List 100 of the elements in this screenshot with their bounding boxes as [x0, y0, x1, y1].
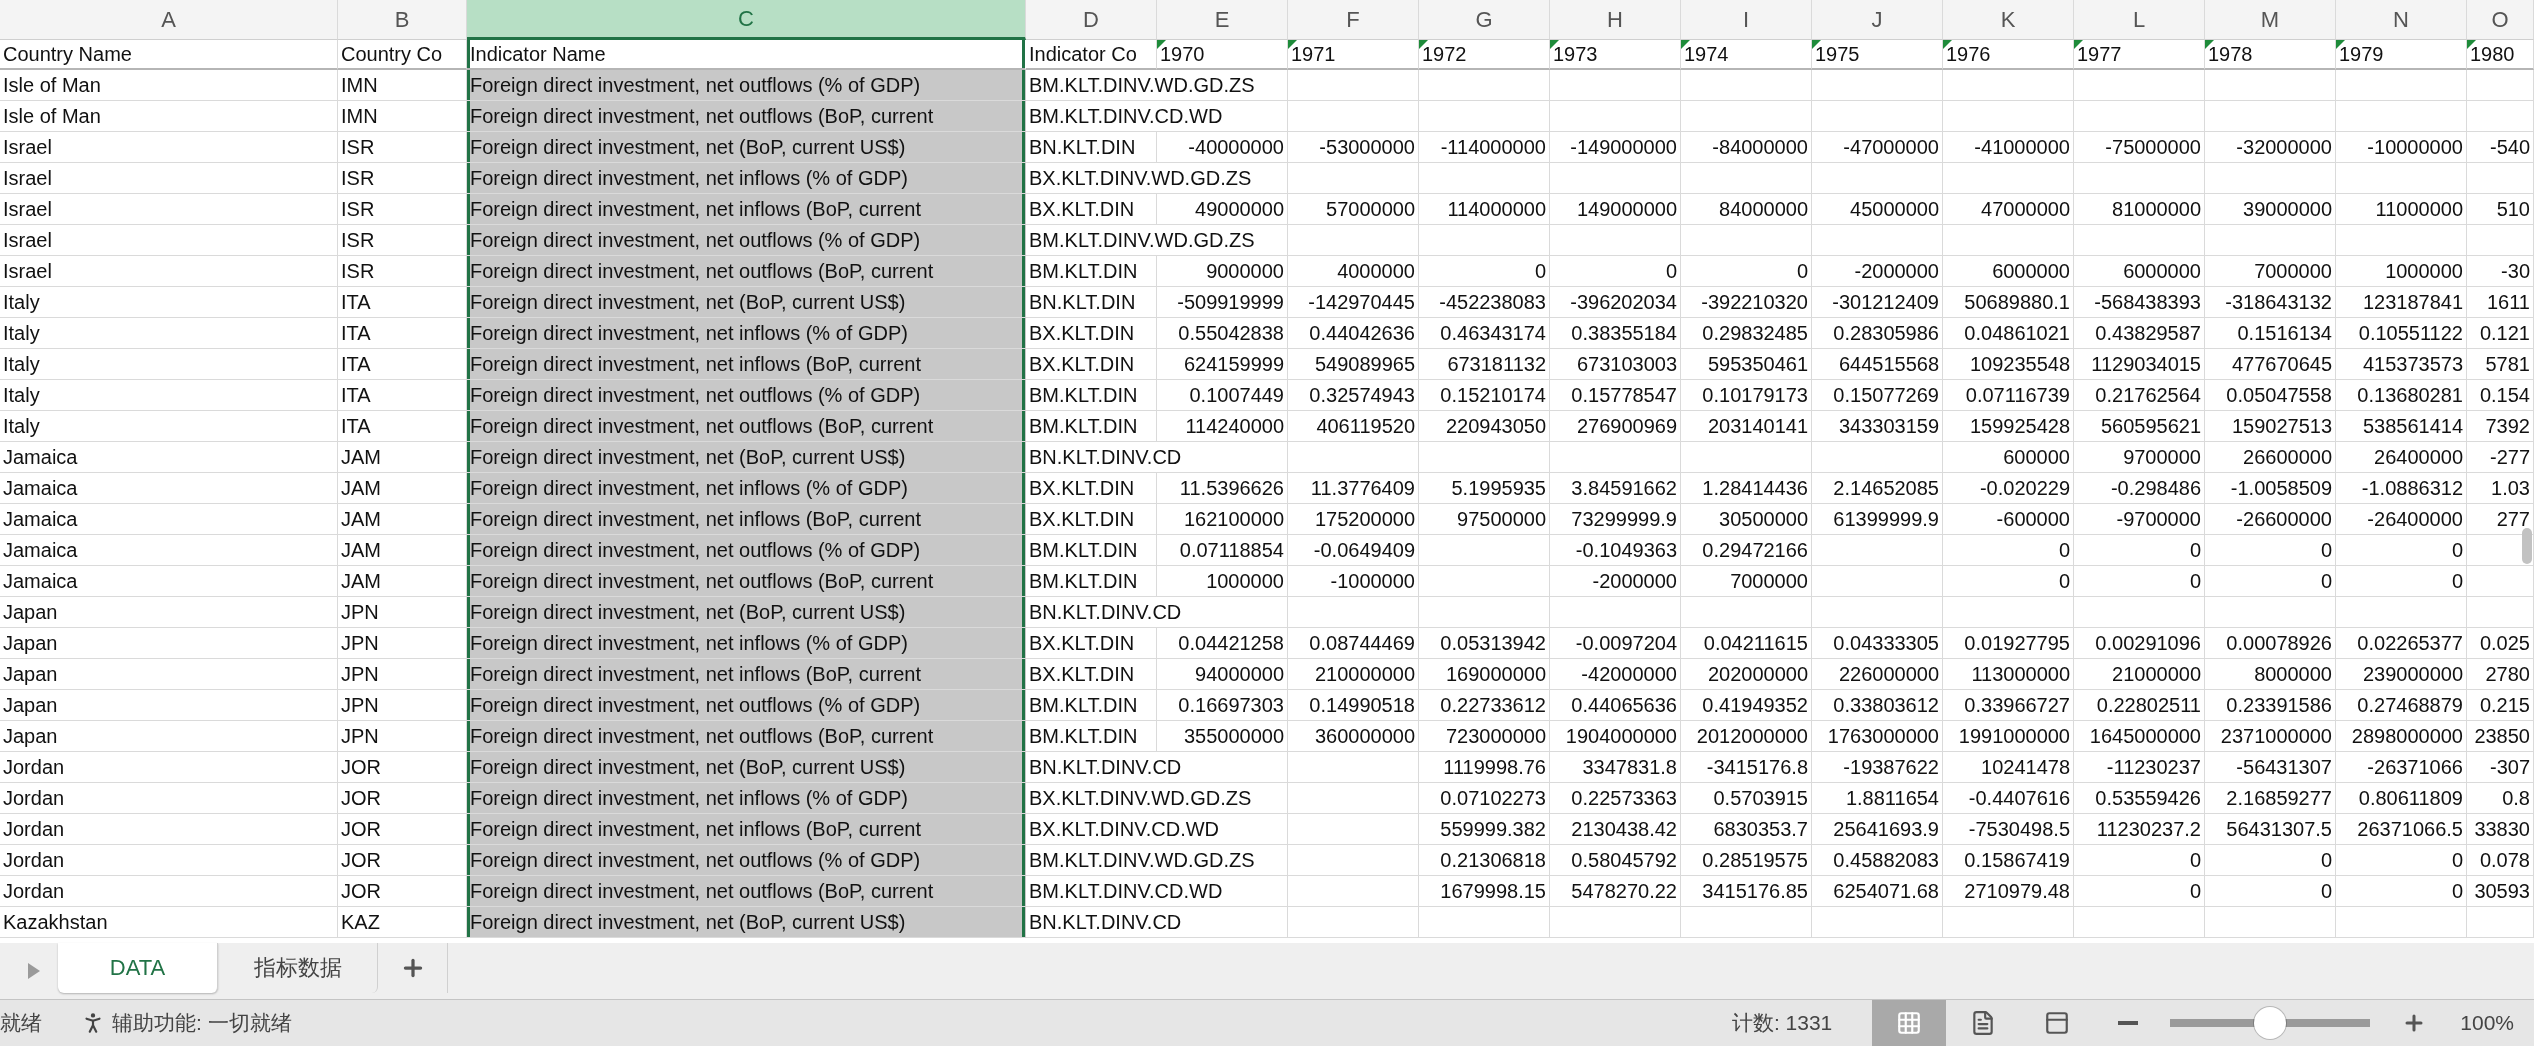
table-cell: -1000000 [1288, 566, 1419, 597]
column-header[interactable]: F [1288, 0, 1419, 40]
table-cell: 2012000000 [1681, 721, 1812, 752]
table-cell: Foreign direct investment, net (BoP, current US$) [467, 752, 1026, 783]
status-text: 就绪 [0, 1010, 42, 1036]
table-cell: Foreign direct investment, net outflows (BoP, current [467, 566, 1026, 597]
column-header[interactable]: C [467, 0, 1026, 40]
table-cell: 1763000000 [1812, 721, 1943, 752]
table-cell: 0 [2205, 876, 2336, 907]
table-cell: Foreign direct investment, net inflows (BoP, current [467, 349, 1026, 380]
column-header[interactable]: O [2467, 0, 2534, 40]
table-cell: 0 [1943, 535, 2074, 566]
table-cell: 0.38355184 [1550, 318, 1681, 349]
table-cell: 6254071.68 [1812, 876, 1943, 907]
table-cell: 1000000 [2336, 256, 2467, 287]
table-cell: 21000000 [2074, 659, 2205, 690]
table-cell: JPN [338, 659, 467, 690]
column-header[interactable]: H [1550, 0, 1681, 40]
table-cell: -0.1049363 [1550, 535, 1681, 566]
table-cell: 0.58045792 [1550, 845, 1681, 876]
table-cell: Isle of Man [0, 70, 338, 101]
table-cell: Foreign direct investment, net outflows (BoP, current [467, 101, 1026, 132]
table-cell: 0.80611809 [2336, 783, 2467, 814]
table-cell: BM.KLT.DIN [1026, 535, 1157, 566]
table-cell: 644515568 [1812, 349, 1943, 380]
table-cell: Jordan [0, 814, 338, 845]
table-cell: BN.KLT.DIN [1026, 132, 1157, 163]
table-cell: 0 [1419, 256, 1550, 287]
minus-icon [2118, 1021, 2139, 1025]
table-cell: -392210320 [1681, 287, 1812, 318]
table-cell: Isle of Man [0, 101, 338, 132]
table-cell: 149000000 [1550, 194, 1681, 225]
table-cell: 5781 [2467, 349, 2534, 380]
table-cell: 26400000 [2336, 442, 2467, 473]
table-cell: 210000000 [1288, 659, 1419, 690]
column-header[interactable]: I [1681, 0, 1812, 40]
table-cell: -11230237 [2074, 752, 2205, 783]
sheet-tab[interactable]: 指标数据 [218, 943, 378, 993]
table-cell: 0.29832485 [1681, 318, 1812, 349]
table-cell: 0.00078926 [2205, 628, 2336, 659]
table-cell: JPN [338, 690, 467, 721]
column-header[interactable]: G [1419, 0, 1550, 40]
table-cell: 23850 [2467, 721, 2534, 752]
play-icon [27, 962, 41, 980]
table-cell: Jordan [0, 783, 338, 814]
table-cell: 0.21762564 [2074, 380, 2205, 411]
table-cell: 549089965 [1288, 349, 1419, 380]
table-cell: 0.078 [2467, 845, 2534, 876]
accessibility-status[interactable]: 辅助功能: 一切就绪 [112, 1009, 292, 1037]
table-cell: Foreign direct investment, net inflows (% of GDP) [467, 628, 1026, 659]
table-cell: Foreign direct investment, net inflows (BoP, current [467, 504, 1026, 535]
table-cell: ITA [338, 349, 467, 380]
table-cell: 0 [2336, 876, 2467, 907]
header-cell: 1974 [1684, 42, 1729, 66]
column-header[interactable]: L [2074, 0, 2205, 40]
table-cell: Jamaica [0, 442, 338, 473]
column-header[interactable]: D [1026, 0, 1157, 40]
table-cell: BM.KLT.DIN [1026, 566, 1157, 597]
table-cell: -0.298486 [2074, 473, 2205, 504]
table-cell: Foreign direct investment, net inflows (% of GDP) [467, 163, 1026, 194]
table-cell: Foreign direct investment, net outflows (% of GDP) [467, 690, 1026, 721]
column-header[interactable]: E [1157, 0, 1288, 40]
table-cell: 61399999.9 [1812, 504, 1943, 535]
table-cell: 0.8 [2467, 783, 2534, 814]
table-cell: JOR [338, 783, 467, 814]
slider-thumb[interactable] [2254, 1007, 2287, 1039]
table-cell: 0.08744469 [1288, 628, 1419, 659]
table-cell: Foreign direct investment, net inflows (BoP, current [467, 814, 1026, 845]
table-cell: 0 [1550, 256, 1681, 287]
table-cell: 0.53559426 [2074, 783, 2205, 814]
table-cell: 6000000 [2074, 256, 2205, 287]
table-cell: 0.22573363 [1550, 783, 1681, 814]
table-cell: 0 [2074, 535, 2205, 566]
header-cell: Country Co [341, 42, 443, 66]
table-cell: 355000000 [1157, 721, 1288, 752]
header-cell: 1976 [1946, 42, 1991, 66]
table-cell: Israel [0, 132, 338, 163]
sheet-tab[interactable]: DATA [58, 943, 218, 993]
column-header[interactable]: A [0, 0, 338, 40]
table-cell: Foreign direct investment, net inflows (% of GDP) [467, 318, 1026, 349]
table-cell: Foreign direct investment, net outflows (BoP, current [467, 721, 1026, 752]
table-cell: 109235548 [1943, 349, 2074, 380]
scrollbar-thumb[interactable] [2522, 528, 2532, 564]
table-cell: BM.KLT.DIN [1026, 690, 1157, 721]
column-header[interactable]: M [2205, 0, 2336, 40]
table-cell: Israel [0, 225, 338, 256]
header-cell: 1975 [1815, 42, 1860, 66]
column-header[interactable]: N [2336, 0, 2467, 40]
table-cell: BN.KLT.DINV.CD [1026, 752, 1288, 783]
column-header[interactable]: B [338, 0, 467, 40]
column-header[interactable]: K [1943, 0, 2074, 40]
table-cell: 0.28519575 [1681, 845, 1812, 876]
table-cell: JAM [338, 566, 467, 597]
table-cell: 97500000 [1419, 504, 1550, 535]
table-cell: 0.29472166 [1681, 535, 1812, 566]
table-cell: 595350461 [1681, 349, 1812, 380]
table-cell: 45000000 [1812, 194, 1943, 225]
table-cell: 26600000 [2205, 442, 2336, 473]
table-cell: 33830 [2467, 814, 2534, 845]
column-header[interactable]: J [1812, 0, 1943, 40]
